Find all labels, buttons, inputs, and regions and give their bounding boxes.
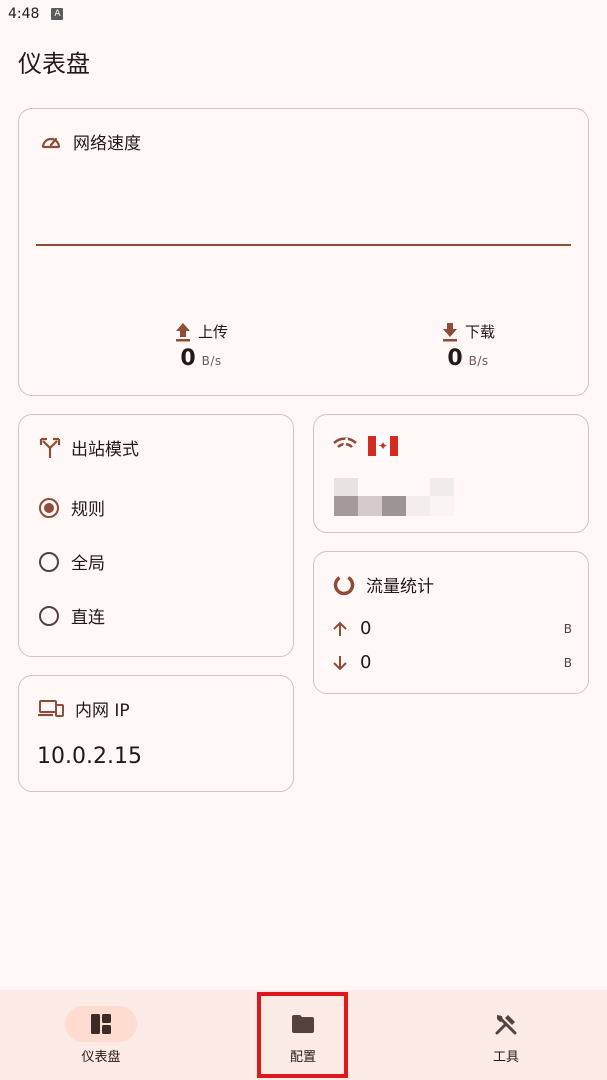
arrow-up-icon: [332, 620, 348, 638]
wifi-icon: [332, 435, 358, 457]
download-unit: B/s: [468, 354, 489, 368]
traffic-stats-card: 流量统计 0 B 0 B: [313, 551, 589, 694]
nav-item-dashboard[interactable]: 仪表盘: [0, 990, 202, 1080]
traffic-stats-title: 流量统计: [366, 577, 434, 597]
mode-option-label: 规则: [71, 500, 105, 520]
radio-button[interactable]: [39, 497, 59, 518]
outbound-mode-title: 出站模式: [71, 440, 139, 460]
radio-button[interactable]: [39, 551, 59, 572]
arrow-down-icon: [332, 654, 348, 672]
traffic-upload-value: 0: [360, 618, 372, 639]
mode-option-global[interactable]: 全局: [39, 549, 105, 574]
intranet-ip-value: 10.0.2.15: [37, 744, 142, 769]
nav-pill-active[interactable]: [65, 1006, 137, 1042]
network-speed-header: 网络速度: [39, 129, 141, 154]
status-bar: 4:48 A: [0, 0, 607, 28]
folder-icon: [291, 1014, 315, 1034]
network-detection-header: ✦: [332, 435, 398, 457]
devices-icon: [37, 698, 65, 720]
mode-option-rule[interactable]: 规则: [39, 495, 105, 520]
speed-chart-line: [36, 244, 571, 246]
canada-flag-icon: ✦: [368, 436, 398, 456]
traffic-upload-row: 0 B: [332, 618, 572, 639]
donut-chart-icon: [332, 573, 356, 597]
traffic-download-value: 0: [360, 652, 372, 673]
intranet-ip-title: 内网 IP: [75, 701, 130, 721]
upload-speed: 上传 0 B/s: [101, 321, 301, 371]
nav-label-config: 配置: [289, 1050, 316, 1065]
network-speed-title: 网络速度: [73, 134, 141, 154]
nav-pill[interactable]: [267, 1006, 339, 1042]
speedometer-icon: [39, 130, 63, 154]
traffic-download-unit: B: [563, 655, 572, 670]
fork-icon: [39, 436, 61, 460]
intranet-ip-header: 内网 IP: [37, 696, 130, 721]
outbound-mode-header: 出站模式: [39, 435, 139, 460]
traffic-stats-header: 流量统计: [332, 572, 434, 597]
nav-item-config[interactable]: 配置: [202, 990, 404, 1080]
upload-icon: [174, 322, 192, 342]
bottom-navigation: 仪表盘 配置 工具: [0, 990, 607, 1080]
nav-item-tools[interactable]: 工具: [405, 990, 607, 1080]
upload-label: 上传: [197, 323, 228, 341]
download-label: 下载: [464, 323, 495, 341]
mode-option-direct[interactable]: 直连: [39, 603, 105, 628]
download-value: 0: [447, 346, 463, 371]
network-detection-card[interactable]: ✦: [313, 414, 589, 533]
notification-icon: A: [51, 8, 64, 20]
mode-option-label: 全局: [71, 554, 105, 574]
traffic-download-row: 0 B: [332, 652, 572, 673]
nav-label-tools: 工具: [492, 1050, 519, 1065]
nav-label-dashboard: 仪表盘: [81, 1050, 121, 1065]
status-time: 4:48: [8, 6, 40, 22]
radio-button[interactable]: [39, 605, 59, 626]
dashboard-icon: [90, 1013, 112, 1035]
network-speed-card: 网络速度 上传 0 B/s 下载 0 B/s: [18, 108, 589, 396]
page-title: 仪表盘: [18, 50, 90, 78]
nav-pill[interactable]: [470, 1006, 542, 1042]
traffic-upload-unit: B: [563, 621, 572, 636]
upload-value: 0: [180, 346, 196, 371]
upload-unit: B/s: [201, 354, 222, 368]
outbound-mode-card: 出站模式 规则 全局 直连: [18, 414, 294, 657]
intranet-ip-card: 内网 IP 10.0.2.15: [18, 675, 294, 792]
download-icon: [441, 322, 459, 342]
tools-icon: [494, 1012, 518, 1036]
download-speed: 下载 0 B/s: [368, 321, 568, 371]
mode-option-label: 直连: [71, 608, 105, 628]
